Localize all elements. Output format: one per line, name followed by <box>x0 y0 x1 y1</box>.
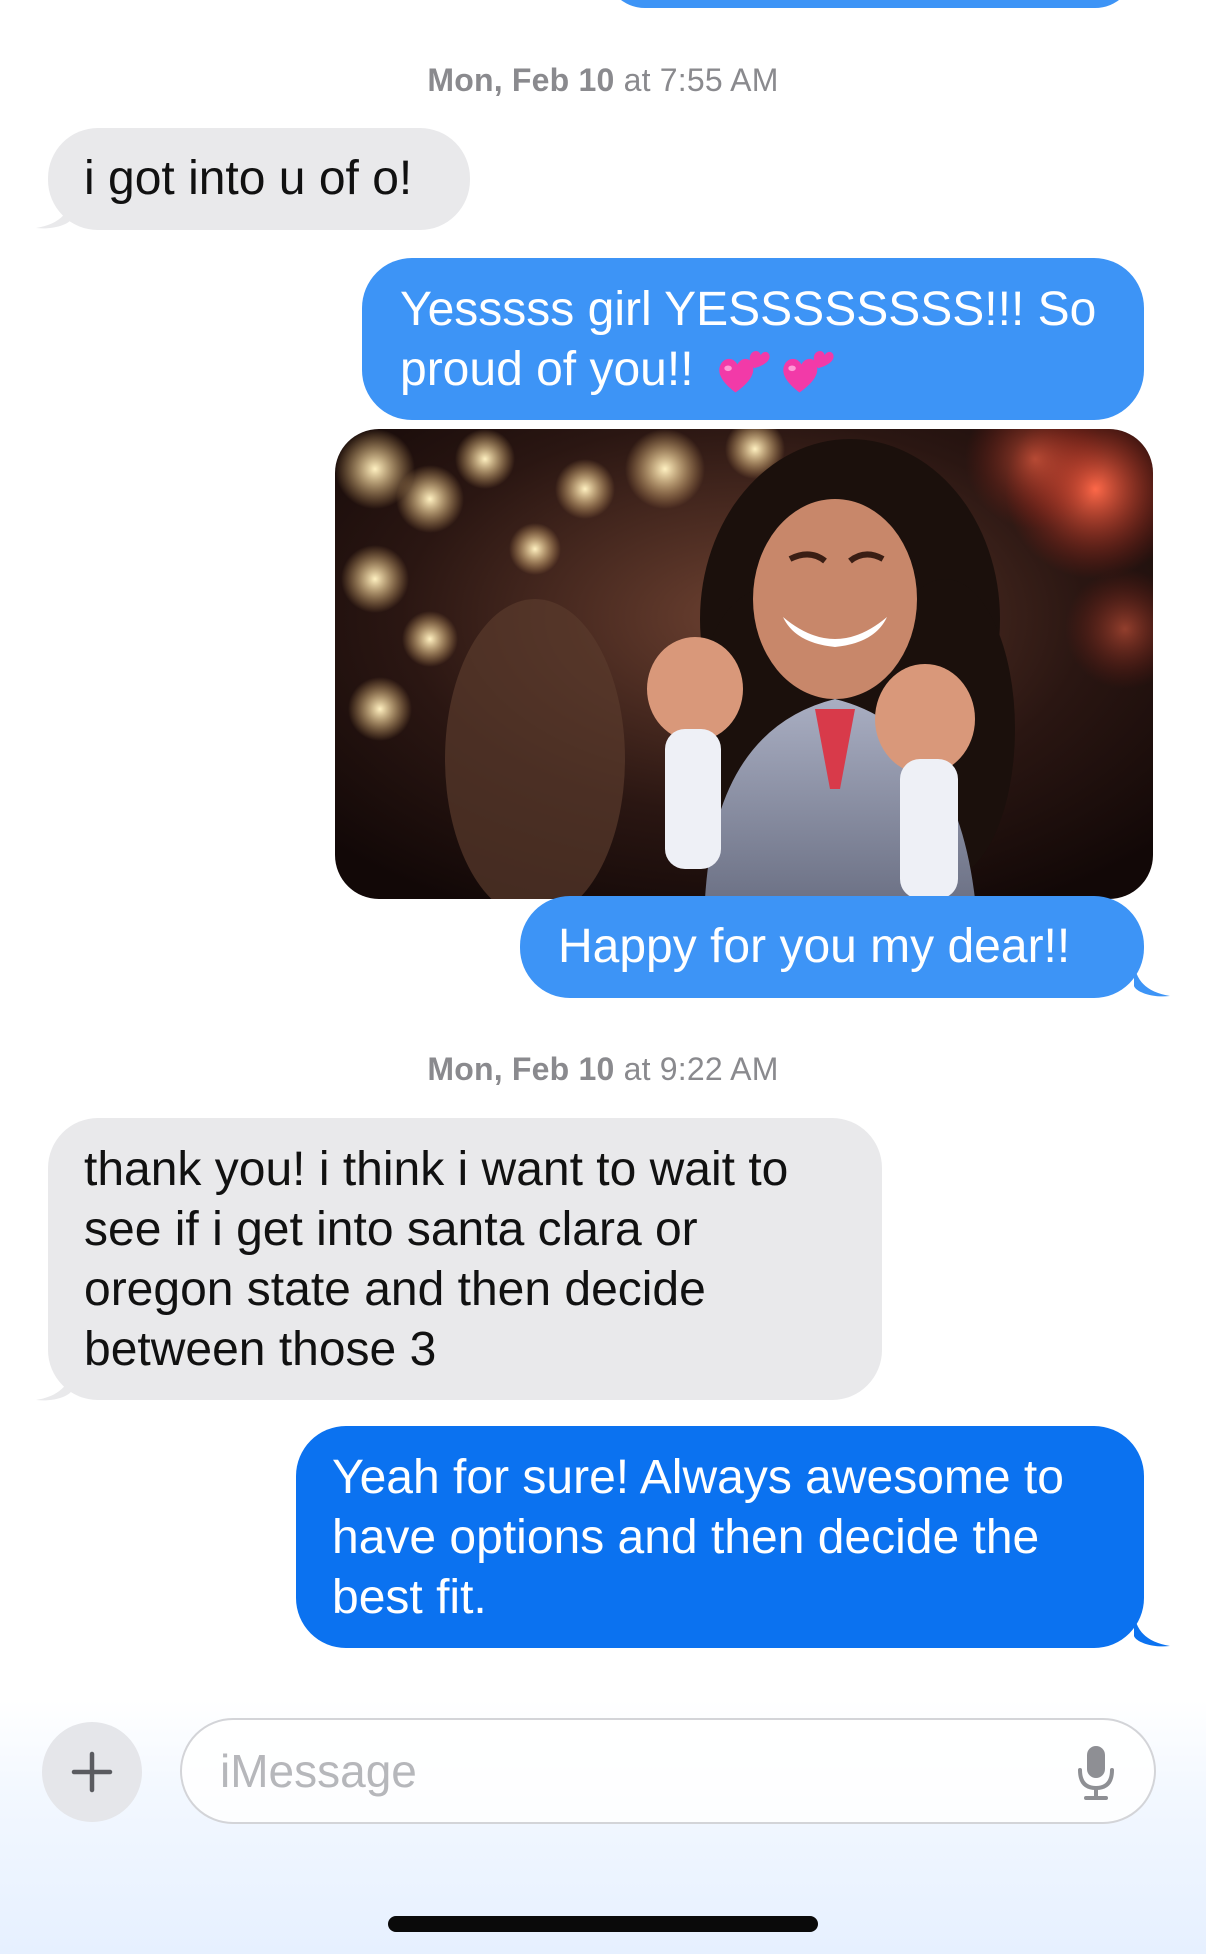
timestamp-day: Mon, Feb 10 <box>427 62 615 98</box>
timestamp-day: Mon, Feb 10 <box>427 1051 615 1087</box>
timestamp-at: at <box>614 62 660 98</box>
message-text: have options and then decide the <box>332 1511 1040 1564</box>
message-text: see if i get into santa clara or <box>84 1203 698 1256</box>
message-text: Yeah for sure! Always awesome to <box>332 1451 1064 1504</box>
timestamp-time: 7:55 AM <box>659 62 779 98</box>
timestamp-2: Mon, Feb 10 at 9:22 AM <box>0 1051 1206 1088</box>
gif-attachment[interactable] <box>335 429 1153 899</box>
message-bubble-outgoing[interactable]: Yeah for sure! Always awesome to have op… <box>296 1426 1144 1648</box>
message-bubble-outgoing[interactable]: Yesssss girl YESSSSSSSS!!! So proud of y… <box>362 258 1144 420</box>
home-indicator[interactable] <box>388 1916 818 1932</box>
heart-emoji-icon <box>783 351 834 393</box>
message-text: Yesssss girl YESSSSSSSS!!! So <box>400 283 1097 336</box>
heart-emoji-icon <box>719 351 770 393</box>
gif-image <box>335 429 1153 899</box>
message-text: between those 3 <box>84 1323 437 1376</box>
message-text: i got into u of o! <box>84 152 413 205</box>
messages-screen: Mon, Feb 10 at 7:55 AM i got into u of o… <box>0 0 1206 1954</box>
message-text-line: proud of you!! <box>400 340 1106 400</box>
message-text: oregon state and then decide <box>84 1263 706 1316</box>
timestamp-at: at <box>614 1051 660 1087</box>
message-bubble-incoming[interactable]: thank you! i think i want to wait to see… <box>48 1118 882 1400</box>
input-placeholder: iMessage <box>220 1745 417 1797</box>
previous-message-bubble[interactable] <box>605 0 1135 8</box>
plus-button[interactable] <box>42 1722 142 1822</box>
message-text: Happy for you my dear!! <box>558 920 1071 973</box>
message-text: thank you! i think i want to wait to <box>84 1143 789 1196</box>
microphone-icon[interactable] <box>1076 1744 1116 1800</box>
plus-icon <box>71 1751 113 1793</box>
message-bubble-outgoing[interactable]: Happy for you my dear!! <box>520 896 1144 998</box>
timestamp-1: Mon, Feb 10 at 7:55 AM <box>0 62 1206 99</box>
timestamp-time: 9:22 AM <box>659 1051 779 1087</box>
message-text: best fit. <box>332 1571 487 1624</box>
message-text: proud of you!! <box>400 343 707 396</box>
imessage-input[interactable]: iMessage <box>180 1718 1156 1824</box>
message-bubble-incoming[interactable]: i got into u of o! <box>48 128 470 230</box>
